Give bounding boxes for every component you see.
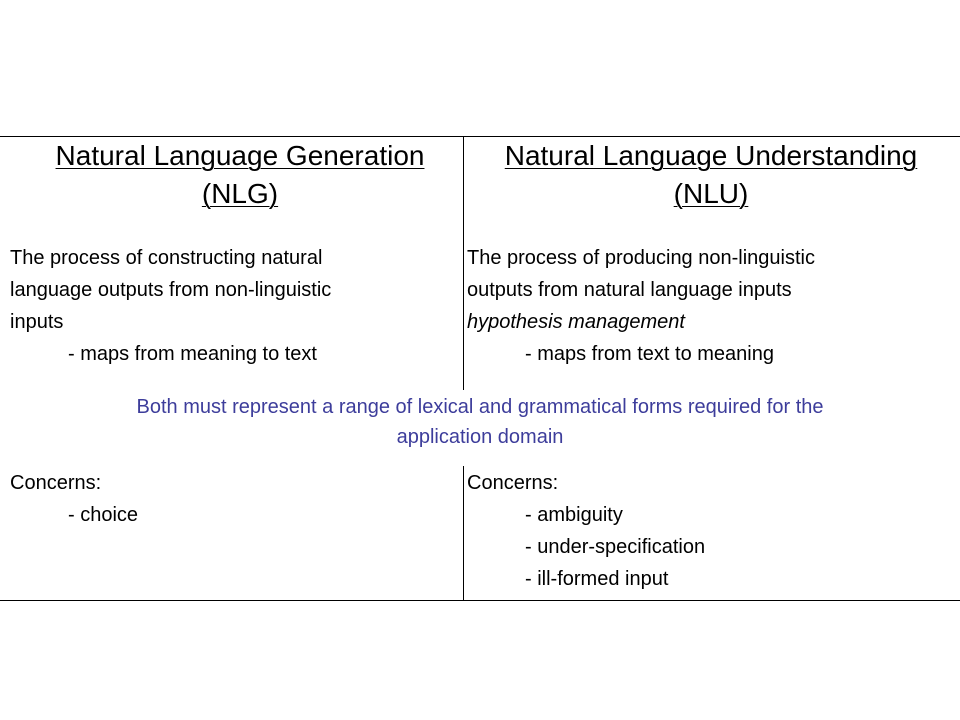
nlg-title: Natural Language Generation bbox=[55, 140, 425, 171]
nlg-description: The process of constructing natural lang… bbox=[10, 242, 331, 370]
nlg-description-line: language outputs from non-linguistic bbox=[10, 279, 332, 301]
nlu-concerns-label: Concerns: bbox=[467, 472, 559, 494]
nlu-concern-item: - ambiguity bbox=[525, 504, 623, 526]
nlg-heading: Natural Language Generation (NLG) bbox=[22, 137, 458, 213]
nlg-concerns-label: Concerns: bbox=[10, 472, 102, 494]
nlu-description: The process of producing non-linguistic … bbox=[467, 242, 815, 370]
nlu-heading: Natural Language Understanding (NLU) bbox=[467, 137, 955, 213]
bottom-divider bbox=[0, 600, 960, 601]
nlu-description-line: The process of producing non-linguistic bbox=[467, 247, 815, 269]
nlg-description-line: The process of constructing natural bbox=[10, 247, 323, 269]
column-divider-lower bbox=[463, 466, 464, 601]
nlu-mapping: - maps from text to meaning bbox=[525, 343, 774, 365]
nlu-concern-item: - ill-formed input bbox=[525, 568, 669, 590]
shared-statement-line: application domain bbox=[396, 426, 564, 448]
nlu-abbreviation: (NLU) bbox=[673, 178, 749, 209]
nlg-concern-item: - choice bbox=[68, 504, 139, 526]
column-divider-upper bbox=[463, 136, 464, 390]
nlg-abbreviation: (NLG) bbox=[201, 178, 279, 209]
nlu-title: Natural Language Understanding bbox=[504, 140, 918, 171]
shared-statement: Both must represent a range of lexical a… bbox=[0, 392, 960, 452]
nlg-concerns: Concerns: - choice bbox=[10, 467, 138, 531]
nlu-description-line: outputs from natural language inputs bbox=[467, 279, 792, 301]
nlg-mapping: - maps from meaning to text bbox=[68, 343, 317, 365]
nlu-concern-item: - under-specification bbox=[525, 536, 706, 558]
shared-statement-line: Both must represent a range of lexical a… bbox=[136, 396, 824, 418]
nlu-concerns: Concerns: - ambiguity - under-specificat… bbox=[467, 467, 705, 595]
nlg-description-line: inputs bbox=[10, 311, 64, 333]
nlu-italic-note: hypothesis management bbox=[467, 311, 685, 333]
